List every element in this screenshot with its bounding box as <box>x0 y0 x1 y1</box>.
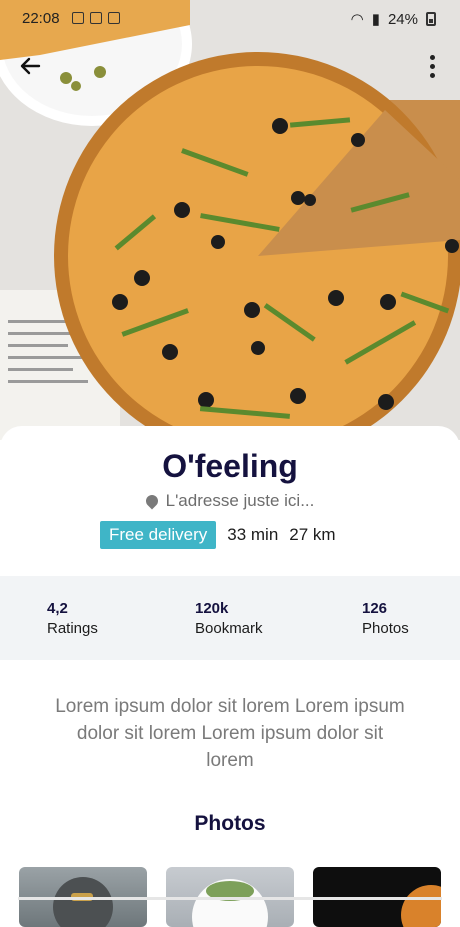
stat-ratings[interactable]: 4,2 Ratings <box>47 600 98 637</box>
bookmark-value: 120k <box>195 600 229 617</box>
notification-icons <box>72 12 120 24</box>
photos-heading: Photos <box>194 812 266 835</box>
signal-icon: ▮ <box>371 11 380 28</box>
food-image <box>401 885 441 927</box>
distance: 27 km <box>289 525 336 544</box>
system-status: ◠ ▮ 24% <box>351 10 436 28</box>
address-row: L'adresse juste ici... <box>0 491 460 511</box>
delivery-time: 33 min <box>227 525 279 544</box>
notification-icon <box>90 12 102 24</box>
photos-label: Photos <box>362 620 409 637</box>
bookmark-label: Bookmark <box>195 620 263 637</box>
more-dot <box>429 63 435 69</box>
alert-icon <box>108 12 120 24</box>
more-options-button[interactable] <box>420 48 444 84</box>
stat-photos[interactable]: 126 Photos <box>362 600 409 637</box>
stat-bookmark[interactable]: 120k Bookmark <box>195 600 263 637</box>
more-dot <box>429 72 435 78</box>
stats-bar: 4,2 Ratings 120k Bookmark 126 Photos <box>0 576 460 660</box>
address-text: L'adresse juste ici... <box>165 491 315 510</box>
plate-image <box>53 877 113 927</box>
battery-icon <box>426 12 436 26</box>
more-vertical-icon <box>429 54 435 60</box>
photos-value: 126 <box>362 600 388 617</box>
battery-percent: 24% <box>387 10 418 28</box>
gallery-icon <box>72 12 84 24</box>
ratings-label: Ratings <box>47 620 98 637</box>
status-time: 22:08 <box>22 10 60 27</box>
ratings-value: 4,2 <box>47 600 68 617</box>
back-button[interactable] <box>12 48 48 84</box>
restaurant-name: O'feeling <box>162 448 298 484</box>
delivery-badge: Free delivery <box>100 521 217 549</box>
description: Lorem ipsum dolor sit lorem Lorem ipsum … <box>55 696 405 771</box>
arrow-left-icon <box>20 57 41 75</box>
pizza-illustration <box>0 0 460 440</box>
wifi-icon: ◠ <box>350 11 364 28</box>
delivery-info: Free delivery 33 min 27 km <box>100 521 336 549</box>
location-pin-icon <box>143 492 161 510</box>
hero-image <box>0 0 460 440</box>
status-bar: 22:08 ◠ ▮ 24% <box>0 8 460 30</box>
